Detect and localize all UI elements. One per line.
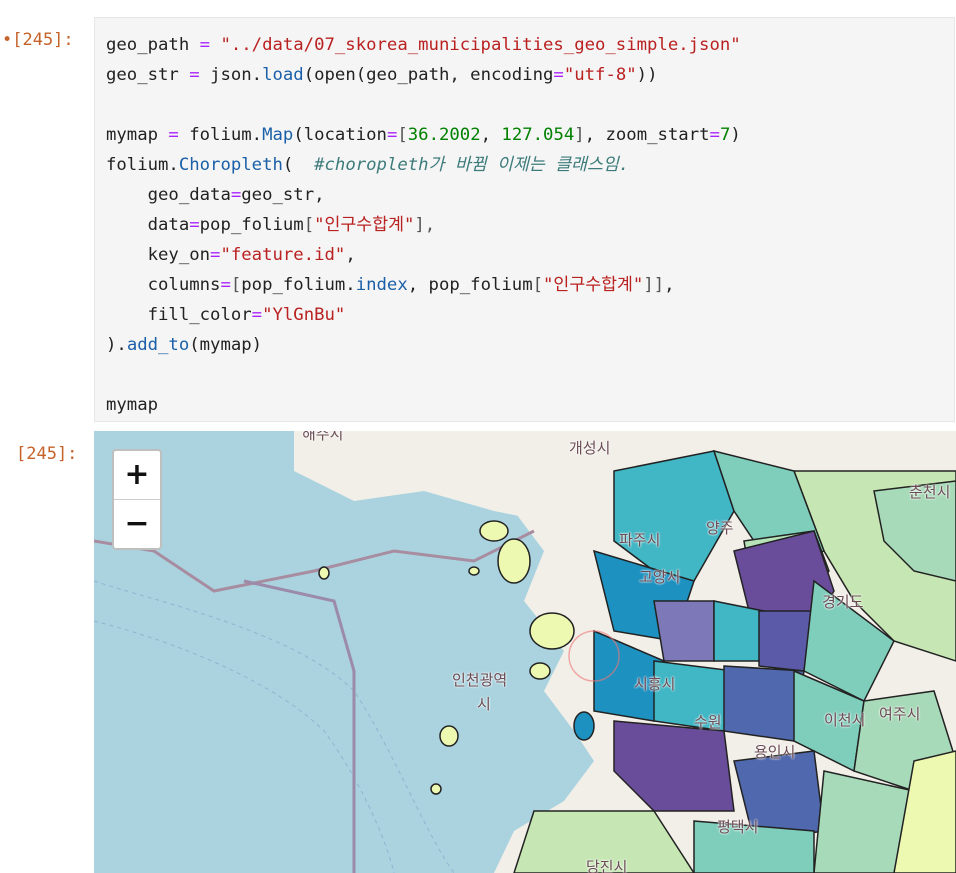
code-token: geo_str,	[241, 185, 325, 205]
map-label-yangju: 양주	[706, 519, 734, 537]
code-token: ,	[664, 275, 675, 295]
map-label-haeju: 해주시	[302, 431, 344, 443]
code-token: =	[230, 185, 242, 205]
code-token: load	[262, 65, 304, 85]
code-token: geo_path	[106, 35, 190, 55]
code-token: (location	[293, 125, 387, 145]
island-4	[529, 662, 551, 680]
code-token: =	[251, 305, 263, 325]
code-token: json.	[210, 65, 263, 85]
map-label-icheon: 이천시	[824, 711, 866, 729]
code-token: mymap	[106, 125, 159, 145]
map-label-gyeonggi: 경기도	[822, 593, 864, 611]
zoom-in-button[interactable]: +	[114, 451, 160, 500]
map-label-siheung: 시흥시	[634, 675, 676, 693]
code-token: (	[282, 155, 315, 175]
region-seoul-w	[653, 600, 715, 662]
code-token: columns	[106, 275, 221, 295]
island-9	[468, 566, 480, 576]
maritime-boundary	[243, 579, 356, 873]
code-token: [	[397, 125, 408, 145]
code-token: =	[158, 125, 190, 145]
region-seoul-c	[713, 600, 765, 662]
map-label-paju: 파주시	[619, 531, 661, 549]
code-token: ],	[414, 215, 436, 235]
code-token: =	[386, 125, 398, 145]
code-token: (open(geo_path, encoding	[303, 65, 554, 85]
code-token: "인구수합계"	[543, 275, 644, 295]
code-token: ]	[574, 125, 585, 145]
code-token: add_to	[126, 335, 190, 355]
zoom-out-button[interactable]: −	[114, 500, 160, 548]
code-token: ,	[480, 125, 502, 145]
code-token: "../data/07_skorea_municipalities_geo_si…	[220, 35, 741, 55]
code-token: pop_folium.	[241, 275, 356, 295]
code-token: folium.	[106, 155, 179, 175]
code-token: 7	[719, 125, 731, 145]
code-token: =	[220, 275, 231, 295]
island-2	[497, 538, 531, 584]
code-token: ).	[106, 335, 127, 355]
code-token: =	[189, 215, 200, 235]
code-token: , pop_folium	[407, 275, 533, 295]
code-token: )	[730, 125, 741, 145]
code-token: =	[189, 35, 221, 55]
map-label-yongin: 용인시	[754, 743, 796, 761]
region-suwon	[723, 665, 805, 742]
code-token: pop_folium	[199, 215, 304, 235]
code-token: Choropleth	[178, 155, 283, 175]
code-token: ))	[636, 65, 658, 85]
folium-map[interactable]: 개성시 파주시 인천광역 시 춘천시 여주시 이천시 평택시 당진시 경기도 양…	[94, 431, 956, 873]
code-token: , zoom_start	[584, 125, 710, 145]
map-label-yeoju: 여주시	[879, 705, 921, 723]
island-1	[479, 520, 509, 542]
code-token: folium.	[189, 125, 263, 145]
island-3	[529, 612, 575, 650]
code-comment: #choropleth가 바뀜 이제는 클래스임.	[314, 155, 630, 175]
map-label-pyeongtaek: 평택시	[717, 818, 759, 836]
map-label-dangjin: 당진시	[586, 858, 628, 873]
code-text[interactable]: geo_path = "../data/07_skorea_municipali…	[106, 30, 741, 420]
code-token: "feature.id"	[220, 245, 346, 265]
code-token: Map	[262, 125, 294, 145]
map-label-suwon: 수원	[694, 713, 722, 731]
zoom-control: + −	[112, 449, 162, 550]
island-5	[439, 725, 459, 747]
map-label-chuncheon: 춘천시	[909, 483, 951, 501]
code-cell-editor[interactable]: geo_path = "../data/07_skorea_municipali…	[94, 17, 955, 422]
code-token: "utf-8"	[563, 65, 637, 85]
code-token: [	[303, 215, 315, 235]
input-prompt: •[245]:	[2, 30, 74, 50]
code-token: geo_data	[106, 185, 231, 205]
code-token: fill_color	[106, 305, 252, 325]
code-token: "YlGnBu"	[262, 305, 346, 325]
code-token: "인구수합계"	[314, 215, 415, 235]
code-token: =	[178, 65, 211, 85]
output-prompt: [245]:	[16, 444, 78, 464]
code-token: (mymap)	[189, 335, 263, 355]
code-token: geo_str	[106, 65, 179, 85]
code-token: 36.2002	[407, 125, 481, 145]
dashed-boundary-1	[94, 580, 455, 873]
code-token: ]]	[643, 275, 665, 295]
code-token: [	[230, 275, 242, 295]
map-label-incheon: 인천광역	[452, 671, 508, 689]
code-token: =	[709, 125, 720, 145]
code-token: =	[210, 245, 221, 265]
island-6	[573, 711, 595, 741]
code-token: ,	[345, 245, 356, 265]
code-token: index	[355, 275, 408, 295]
code-token: mymap	[106, 395, 159, 415]
map-label-kaesong: 개성시	[569, 439, 611, 457]
map-label-goyang: 고양시	[639, 568, 681, 586]
code-token: 127.054	[501, 125, 575, 145]
island-7	[318, 566, 330, 580]
map-canvas[interactable]	[94, 431, 956, 873]
code-token: =	[553, 65, 564, 85]
code-token: [	[532, 275, 544, 295]
code-token: data	[106, 215, 190, 235]
code-token: key_on	[106, 245, 211, 265]
island-8	[430, 783, 442, 795]
map-label-incheon-2: 시	[477, 695, 491, 713]
